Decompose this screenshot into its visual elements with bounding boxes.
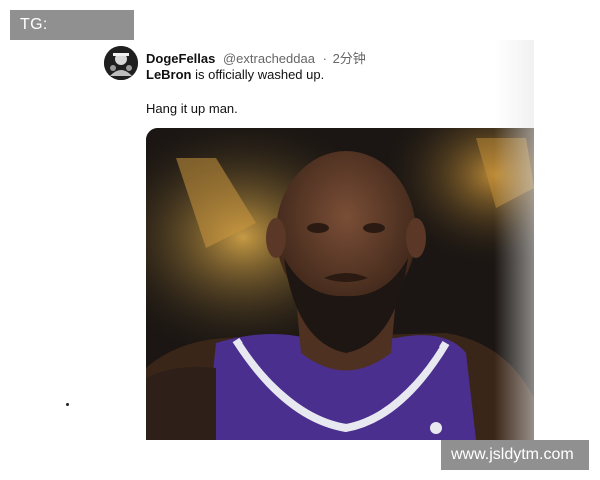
timestamp[interactable]: 2分钟 (333, 51, 366, 66)
user-handle[interactable]: @extracheddaa (223, 51, 315, 66)
tweet-media-image[interactable] (146, 128, 534, 440)
avatar[interactable] (104, 46, 138, 80)
tweet-header: DogeFellas @extracheddaa · 2分钟 (146, 48, 366, 67)
watermark-bottom-right: www.jsldytm.com (441, 440, 589, 470)
separator-dot: · (322, 51, 327, 66)
player-photo (146, 128, 534, 440)
tweet-text-rest: is officially washed up. (191, 67, 325, 82)
tweet-text-line-1: LeBron is officially washed up. (146, 67, 324, 82)
card-edge-shade (494, 40, 534, 440)
watermark-top-left: TG: MYYJJPP (10, 10, 134, 63)
stray-dot (66, 403, 69, 406)
tweet-screenshot: DogeFellas @extracheddaa · 2分钟 LeBron is… (66, 40, 534, 440)
display-name[interactable]: DogeFellas (146, 51, 215, 66)
tweet-text-bold: LeBron (146, 67, 192, 82)
tweet-text-line-2: Hang it up man. (146, 101, 238, 116)
avatar-icon (104, 46, 138, 80)
